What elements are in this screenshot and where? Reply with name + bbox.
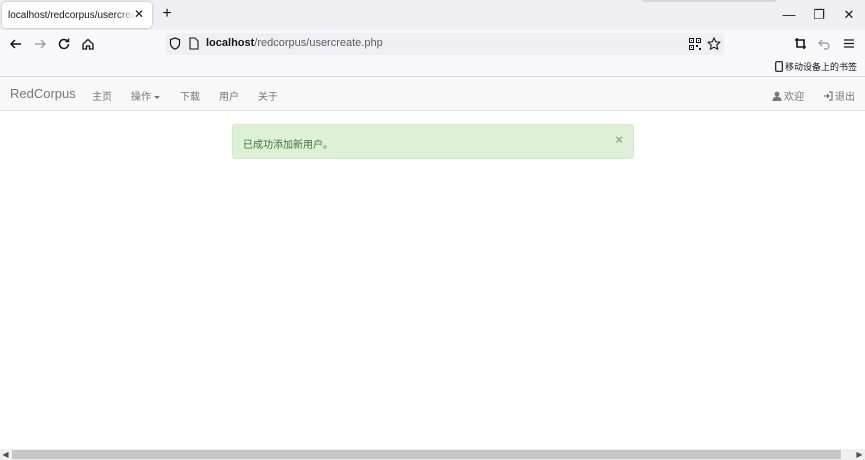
tab-close-icon[interactable]: ✕ bbox=[132, 7, 146, 21]
url-host: localhost bbox=[206, 37, 255, 49]
nav-logout-label: 退出 bbox=[835, 92, 855, 103]
mobile-device-icon bbox=[775, 61, 783, 72]
scroll-right-icon[interactable]: ▶ bbox=[854, 449, 865, 460]
home-icon bbox=[82, 38, 94, 50]
tab-drag-strip bbox=[642, 0, 776, 2]
mobile-bookmarks-label: 移动设备上的书签 bbox=[784, 62, 857, 72]
nav-welcome[interactable]: 欢迎 bbox=[772, 88, 804, 103]
nav-dropdown-actions-label: 操作 bbox=[131, 92, 151, 103]
nav-link-home[interactable]: 主页 bbox=[92, 88, 112, 103]
reload-icon bbox=[58, 38, 70, 50]
nav-link-users[interactable]: 用户 bbox=[219, 88, 239, 103]
user-icon bbox=[772, 91, 782, 101]
horizontal-scrollbar[interactable]: ◀ ▶ bbox=[0, 449, 865, 460]
logout-icon bbox=[824, 90, 833, 101]
star-icon[interactable] bbox=[707, 37, 721, 50]
nav-link-about[interactable]: 关于 bbox=[258, 88, 278, 103]
mobile-bookmarks[interactable]: 移动设备上的书签 bbox=[775, 60, 857, 73]
site-navbar: RedCorpus 主页 操作 下载 用户 关于 欢迎 退出 bbox=[0, 76, 865, 111]
back-button[interactable] bbox=[7, 35, 25, 53]
minimize-button[interactable]: — bbox=[780, 6, 798, 24]
crop-icon[interactable] bbox=[794, 37, 807, 50]
url-text[interactable]: localhost/redcorpus/usercreate.php bbox=[206, 37, 383, 49]
forward-button[interactable] bbox=[31, 35, 49, 53]
arrow-right-icon bbox=[35, 39, 47, 49]
reload-button[interactable] bbox=[55, 35, 73, 53]
hamburger-menu-icon[interactable] bbox=[843, 38, 855, 49]
url-path: /redcorpus/usercreate.php bbox=[254, 37, 383, 49]
tab-strip: localhost/redcorpus/usercreate.php ✕ + —… bbox=[0, 0, 865, 30]
arrow-left-icon bbox=[9, 39, 21, 49]
tab-title: localhost/redcorpus/usercreate.php bbox=[8, 9, 136, 21]
alert-message: 已成功添加新用户。 bbox=[243, 140, 333, 151]
restore-button[interactable]: ❐ bbox=[810, 6, 828, 24]
nav-dropdown-actions[interactable]: 操作 bbox=[131, 88, 160, 103]
scrollbar-thumb[interactable] bbox=[12, 450, 841, 459]
caret-down-icon bbox=[154, 95, 160, 99]
qr-code-icon[interactable] bbox=[689, 38, 701, 50]
new-tab-button[interactable]: + bbox=[158, 5, 176, 23]
nav-link-download[interactable]: 下载 bbox=[180, 88, 200, 103]
shield-icon[interactable] bbox=[169, 37, 181, 50]
nav-logout[interactable]: 退出 bbox=[823, 88, 855, 103]
home-button[interactable] bbox=[79, 35, 97, 53]
brand-link[interactable]: RedCorpus bbox=[10, 86, 76, 101]
alert-close-button[interactable]: × bbox=[615, 133, 623, 147]
nav-welcome-label: 欢迎 bbox=[784, 92, 804, 103]
bookmarks-bar: 移动设备上的书签 bbox=[0, 58, 865, 76]
browser-window: localhost/redcorpus/usercreate.php ✕ + —… bbox=[0, 0, 865, 460]
success-alert: 已成功添加新用户。 × bbox=[232, 124, 634, 159]
page-icon[interactable] bbox=[189, 37, 199, 50]
close-window-button[interactable]: ✕ bbox=[840, 6, 858, 24]
undo-icon[interactable] bbox=[818, 38, 831, 50]
browser-tab[interactable]: localhost/redcorpus/usercreate.php ✕ bbox=[2, 2, 152, 28]
scroll-left-icon[interactable]: ◀ bbox=[0, 449, 11, 460]
